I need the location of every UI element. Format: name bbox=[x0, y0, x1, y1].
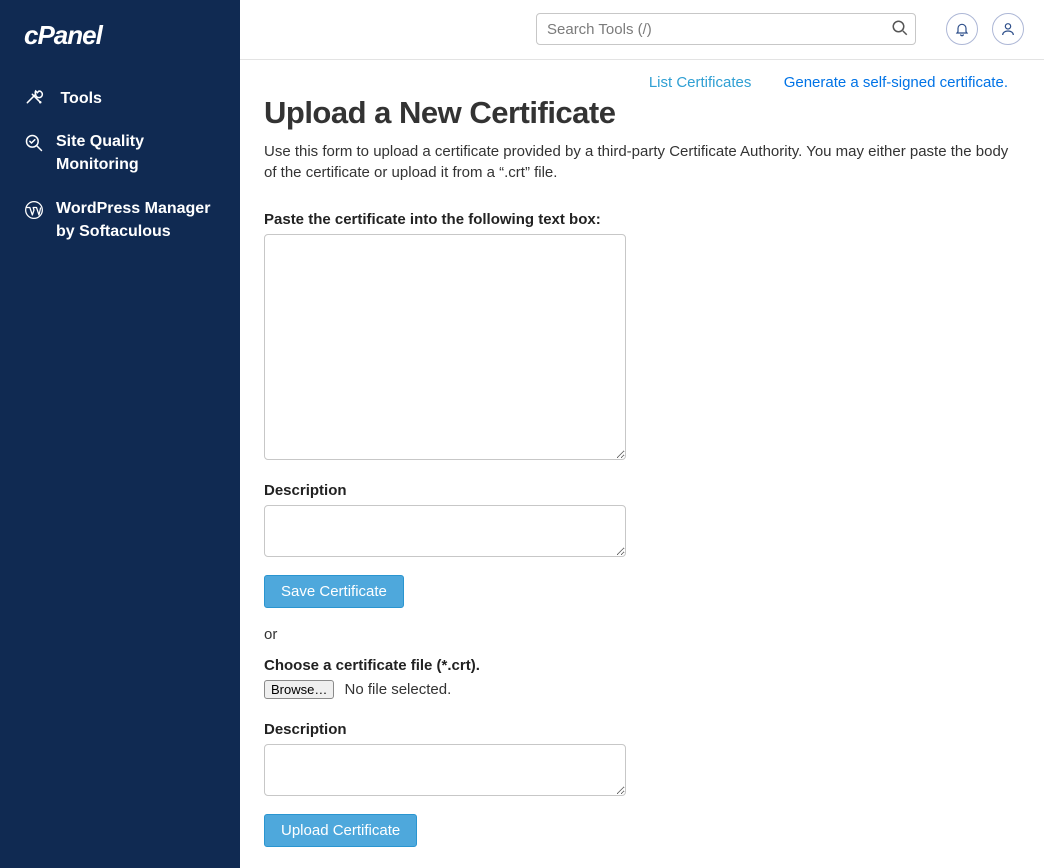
sidebar-item-label: Tools bbox=[60, 90, 101, 107]
sidebar-item-tools[interactable]: Tools bbox=[0, 76, 240, 120]
user-icon bbox=[1000, 21, 1016, 37]
page-intro: Use this form to upload a certificate pr… bbox=[264, 141, 1020, 183]
cpanel-logo[interactable]: cPanel bbox=[0, 22, 240, 76]
description-label-1: Description bbox=[264, 482, 1020, 499]
search-wrap bbox=[536, 13, 916, 45]
page-title: Upload a New Certificate bbox=[264, 95, 1020, 131]
certificate-textarea[interactable] bbox=[264, 234, 626, 460]
wordpress-icon bbox=[24, 200, 46, 218]
content: List Certificates Generate a self-signed… bbox=[240, 60, 1044, 868]
sidebar: cPanel Tools Site Quality Monitoring bbox=[0, 0, 240, 868]
magnifier-check-icon bbox=[24, 133, 46, 151]
sidebar-item-label: WordPress Manager by Softaculous bbox=[56, 197, 216, 243]
search-input[interactable] bbox=[536, 13, 916, 45]
topbar bbox=[240, 0, 1044, 60]
choose-file-label: Choose a certificate file (*.crt). bbox=[264, 657, 1020, 674]
browse-file-button[interactable]: Browse… bbox=[264, 680, 334, 699]
search-button[interactable] bbox=[888, 17, 912, 41]
search-icon bbox=[891, 19, 909, 37]
file-input-row: Browse… No file selected. bbox=[264, 680, 1020, 699]
sidebar-item-wordpress-manager[interactable]: WordPress Manager by Softaculous bbox=[0, 187, 240, 253]
save-certificate-button[interactable]: Save Certificate bbox=[264, 575, 404, 608]
account-button[interactable] bbox=[992, 13, 1024, 45]
description-textarea-1[interactable] bbox=[264, 505, 626, 557]
sidebar-item-site-quality[interactable]: Site Quality Monitoring bbox=[0, 120, 240, 186]
notifications-button[interactable] bbox=[946, 13, 978, 45]
or-separator: or bbox=[264, 626, 1020, 643]
upload-certificate-button[interactable]: Upload Certificate bbox=[264, 814, 417, 847]
action-links: List Certificates Generate a self-signed… bbox=[264, 74, 1020, 91]
bell-icon bbox=[954, 21, 970, 37]
tools-icon bbox=[24, 86, 46, 104]
paste-cert-label: Paste the certificate into the following… bbox=[264, 211, 1020, 228]
generate-selfsigned-link[interactable]: Generate a self-signed certificate. bbox=[784, 74, 1008, 91]
file-status-text: No file selected. bbox=[345, 681, 452, 698]
description-label-2: Description bbox=[264, 721, 1020, 738]
main-area: List Certificates Generate a self-signed… bbox=[240, 0, 1044, 868]
list-certificates-link[interactable]: List Certificates bbox=[649, 74, 752, 91]
sidebar-item-label: Site Quality Monitoring bbox=[56, 130, 216, 176]
description-textarea-2[interactable] bbox=[264, 744, 626, 796]
